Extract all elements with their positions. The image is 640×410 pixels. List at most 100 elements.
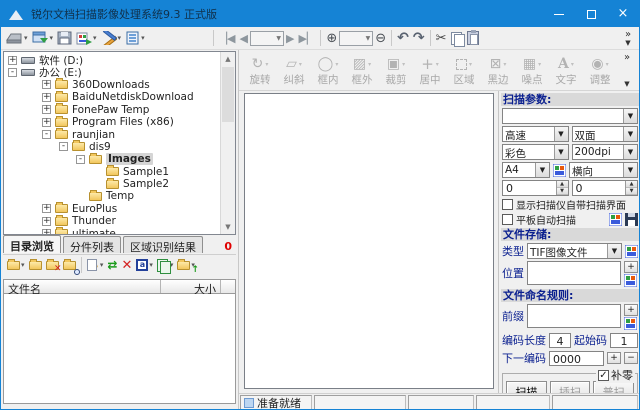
column-size[interactable]: 大小 [161, 280, 221, 293]
maximize-button[interactable] [575, 1, 607, 27]
close-button[interactable]: × [607, 1, 639, 27]
text-enhance-button[interactable]: A▾文字 [549, 55, 583, 86]
duplex-combobox[interactable]: 双面▼ [572, 126, 639, 142]
tree-item-selected[interactable]: -Images [4, 153, 219, 165]
tree-item[interactable]: +FonePaw Temp [4, 104, 219, 116]
start-code-input[interactable]: 1 [610, 333, 638, 348]
offset-left-spinner[interactable]: 0▲▼ [502, 180, 569, 196]
spin-up-icon[interactable]: ▲ [626, 181, 637, 188]
tree-item[interactable]: +软件 (D:) [4, 54, 219, 66]
expander-icon[interactable]: - [42, 130, 51, 139]
expander-icon[interactable]: + [8, 56, 17, 65]
scan-settings-icon[interactable] [609, 213, 622, 226]
redo-button[interactable]: ↷ [411, 29, 427, 48]
deskew-button[interactable]: ▱▾纠斜 [277, 55, 311, 86]
location-input[interactable] [527, 261, 621, 285]
tree-item[interactable]: -raunjian [4, 128, 219, 140]
tree-item[interactable]: Sample2 [4, 178, 219, 190]
tree-item[interactable]: +Program Files (x86) [4, 116, 219, 128]
rename-button[interactable]: a▾ [134, 256, 155, 274]
erase-outside-button[interactable]: ▨▾框外 [345, 55, 379, 86]
search-folder-button[interactable] [61, 256, 78, 274]
scan-source-button[interactable]: ▾ [4, 29, 30, 48]
type-settings-icon[interactable] [625, 245, 638, 258]
tree-item[interactable]: +BaiduNetdiskDownload [4, 91, 219, 103]
open-folder-button[interactable]: ▾ [5, 256, 27, 274]
expander-icon[interactable]: - [8, 68, 17, 77]
tree-item[interactable]: +ultimate [4, 227, 219, 235]
tree-item[interactable]: Temp [4, 190, 219, 202]
spin-down-icon[interactable]: ▼ [626, 188, 637, 195]
next-page-button[interactable]: ▶ [284, 29, 296, 48]
center-button[interactable]: +▾居中 [413, 55, 447, 86]
tree-scrollbar[interactable]: ▲ ▼ [220, 52, 235, 234]
panel-divider[interactable] [238, 50, 239, 409]
scroll-up-icon[interactable]: ▲ [221, 52, 235, 66]
tree-item[interactable]: Sample1 [4, 166, 219, 178]
acquire-image-button[interactable]: ▾ [30, 29, 56, 48]
scan-button[interactable]: 扫描 [506, 381, 547, 393]
location-add-button[interactable]: + [624, 261, 638, 273]
prefix-add-button[interactable]: + [624, 304, 638, 316]
pad-zero-checkbox[interactable]: ✓ 补零 [596, 367, 635, 383]
insert-scan-button[interactable]: 插扫 [550, 381, 591, 393]
minimize-button[interactable] [543, 1, 575, 27]
expander-icon[interactable]: - [76, 155, 85, 164]
edit-button[interactable]: ✎▾ [85, 256, 106, 274]
undo-button[interactable]: ↶ [395, 29, 411, 48]
paper-size-combobox[interactable]: A4▼ [502, 162, 550, 178]
prefix-input[interactable] [527, 304, 621, 328]
expander-icon[interactable]: + [42, 80, 51, 89]
export-button[interactable]: ▾ [74, 29, 99, 48]
zoom-in-button[interactable]: ⊕ [324, 29, 339, 48]
code-length-input[interactable]: 4 [549, 333, 571, 348]
delete-folder-button[interactable]: ✕ [44, 256, 61, 274]
tree-item[interactable]: +Thunder [4, 215, 219, 227]
expander-icon[interactable]: + [42, 118, 51, 127]
show-driver-ui-checkbox[interactable]: 显示扫描仪自带扫描界面 [502, 198, 638, 211]
location-browse-icon[interactable] [624, 274, 637, 287]
tab-file-list[interactable]: 分件列表 [63, 236, 121, 253]
tree-item[interactable]: +360Downloads [4, 79, 219, 91]
rotate-button[interactable]: ↻▾旋转 [243, 55, 277, 86]
column-filename[interactable]: 文件名 [4, 280, 161, 293]
scroll-down-icon[interactable]: ▼ [221, 220, 235, 234]
color-mode-combobox[interactable]: 彩色▼ [502, 144, 569, 160]
tree-item[interactable]: +EuroPlus [4, 203, 219, 215]
file-type-combobox[interactable]: TIF图像文件▼ [527, 243, 622, 259]
crop-button[interactable]: ▣▾裁剪 [379, 55, 413, 86]
erase-inside-button[interactable]: ◯▾框内 [311, 55, 345, 86]
orientation-combobox[interactable]: 横向▼ [569, 162, 638, 178]
spin-up-icon[interactable]: ▲ [557, 181, 568, 188]
refresh-button[interactable]: ⇄ [105, 256, 119, 274]
flatbed-auto-checkbox[interactable]: 平板自动扫描 [502, 213, 638, 226]
speed-combobox[interactable]: 高速▼ [502, 126, 569, 142]
last-page-button[interactable]: ▶▏ [296, 29, 317, 48]
scrollbar-thumb[interactable] [222, 67, 234, 122]
page-number-combobox[interactable]: ▼ [250, 31, 284, 46]
spin-down-icon[interactable]: ▼ [557, 188, 568, 195]
zoom-level-combobox[interactable]: ▼ [339, 31, 373, 46]
prefix-settings-icon[interactable] [624, 317, 637, 330]
dpi-combobox[interactable]: 200dpi▼ [572, 144, 639, 160]
paper-settings-icon[interactable] [553, 164, 566, 177]
expander-icon[interactable]: + [42, 93, 51, 102]
tools-button[interactable]: ▾ [99, 29, 124, 48]
toolbar-overflow-button[interactable]: » ▼ [620, 30, 636, 47]
save-button[interactable] [55, 29, 74, 48]
tab-directory-browse[interactable]: 目录浏览 [3, 235, 61, 253]
import-folder-button[interactable]: ↑▾ [175, 256, 197, 274]
adjust-button[interactable]: ◉▾调整 [583, 55, 617, 86]
copy-files-button[interactable]: ▾ [155, 256, 176, 274]
next-code-input[interactable]: 0000 [549, 351, 604, 366]
scanner-select-combobox[interactable]: ▼ [502, 108, 638, 124]
next-code-plus-button[interactable]: + [607, 352, 621, 364]
tab-region-results[interactable]: 区域识别结果 [123, 236, 203, 253]
file-list-body[interactable] [3, 294, 236, 404]
region-button[interactable]: ▾区域 [447, 55, 481, 86]
paste-button[interactable] [465, 29, 481, 48]
remove-button[interactable]: ✕ [119, 256, 134, 274]
tree-item[interactable]: -dis9 [4, 141, 219, 153]
cut-button[interactable]: ✂ [434, 29, 449, 48]
expander-icon[interactable]: - [59, 142, 68, 151]
